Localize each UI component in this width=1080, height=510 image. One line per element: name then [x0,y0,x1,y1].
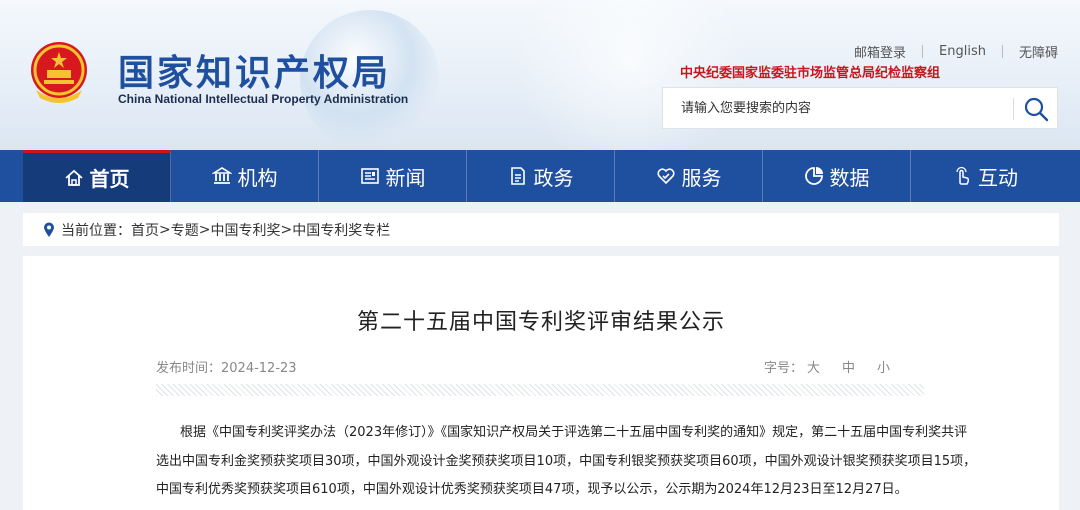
breadcrumb-patent-award[interactable]: 中国专利奖 [210,220,280,240]
nav-label: 新闻 [385,165,426,190]
font-size-large-button[interactable]: 大 [807,357,820,376]
article-panel: 第二十五届中国专利奖评审结果公示 发布时间：2024-12-23 字号： 大 中… [23,256,1059,510]
site-name-cn: 国家知识产权局 [118,53,392,94]
nav-institution[interactable]: 机构 [171,150,319,202]
breadcrumb-separator: > [159,221,171,238]
accessibility-link[interactable]: 无障碍 [1003,42,1058,61]
font-size-medium-button[interactable]: 中 [842,357,855,376]
breadcrumb-home[interactable]: 首页 [131,220,159,240]
divider [1013,98,1014,120]
institution-icon [211,167,232,184]
search-box [662,87,1058,129]
main-nav: 首页 机构 新闻 政务 服务 数据 互动 [0,150,1080,202]
nav-interaction[interactable]: 互动 [911,150,1059,202]
breadcrumb-prefix: 当前位置： [61,222,131,239]
location-pin-icon [44,222,54,237]
article-meta: 发布时间：2024-12-23 字号： 大 中 小 [156,357,924,376]
english-link[interactable]: English [923,44,1002,59]
news-icon [360,168,379,184]
hatched-divider [156,384,924,396]
data-pie-icon [804,167,823,185]
article-paragraph-line: 选出中国专利金奖预获奖项目30项，中国外观设计金奖预获奖项目10项，中国专利银奖… [156,454,977,469]
site-name-en: China National Intellectual Property Adm… [118,92,409,106]
article-paragraph-line: 中国专利优秀奖预获奖项目610项，中国外观设计优秀奖预获奖项目47项，现予以公示… [156,482,908,497]
font-size-label: 字号： [763,361,803,376]
nav-label: 服务 [681,165,722,190]
top-links: 邮箱登录 English 无障碍 [838,42,1058,61]
nav-home[interactable]: 首页 [23,150,171,202]
nav-label: 互动 [978,165,1018,190]
nav-label: 机构 [237,165,278,190]
supervision-link[interactable]: 中央纪委国家监委驻市场监管总局纪检监察组 [680,62,940,81]
home-icon [64,169,83,186]
nav-service[interactable]: 服务 [615,150,763,202]
breadcrumb-topics[interactable]: 专题 [171,220,199,240]
publish-date: 发布时间：2024-12-23 [156,361,297,376]
service-icon [656,168,675,185]
breadcrumb: 当前位置： 首页 > 专题 > 中国专利奖 > 中国专利奖专栏 [23,213,1059,246]
nav-label: 数据 [829,165,870,190]
interaction-icon [956,166,970,185]
nav-government[interactable]: 政务 [467,150,615,202]
search-input[interactable] [663,88,1013,128]
search-icon[interactable] [1023,96,1049,122]
breadcrumb-separator: > [280,221,293,238]
nav-label: 首页 [89,167,130,191]
article-title: 第二十五届中国专利奖评审结果公示 [356,310,725,335]
government-icon [510,167,525,185]
nav-label: 政务 [533,165,574,190]
nav-news[interactable]: 新闻 [319,150,467,202]
breadcrumb-patent-award-column[interactable]: 中国专利奖专栏 [292,220,390,240]
nav-data[interactable]: 数据 [763,150,911,202]
font-size-small-button[interactable]: 小 [877,357,890,376]
national-emblem-icon [31,42,87,103]
site-header: 国家知识产权局 China National Intellectual Prop… [0,0,1080,150]
breadcrumb-separator: > [198,221,211,238]
article-paragraph-line: 根据《中国专利奖评奖办法（2023年修订）》《国家知识产权局关于评选第二十五届中… [180,425,968,440]
mail-login-link[interactable]: 邮箱登录 [838,42,922,61]
font-size-controls: 字号： 大 中 小 [764,357,890,376]
